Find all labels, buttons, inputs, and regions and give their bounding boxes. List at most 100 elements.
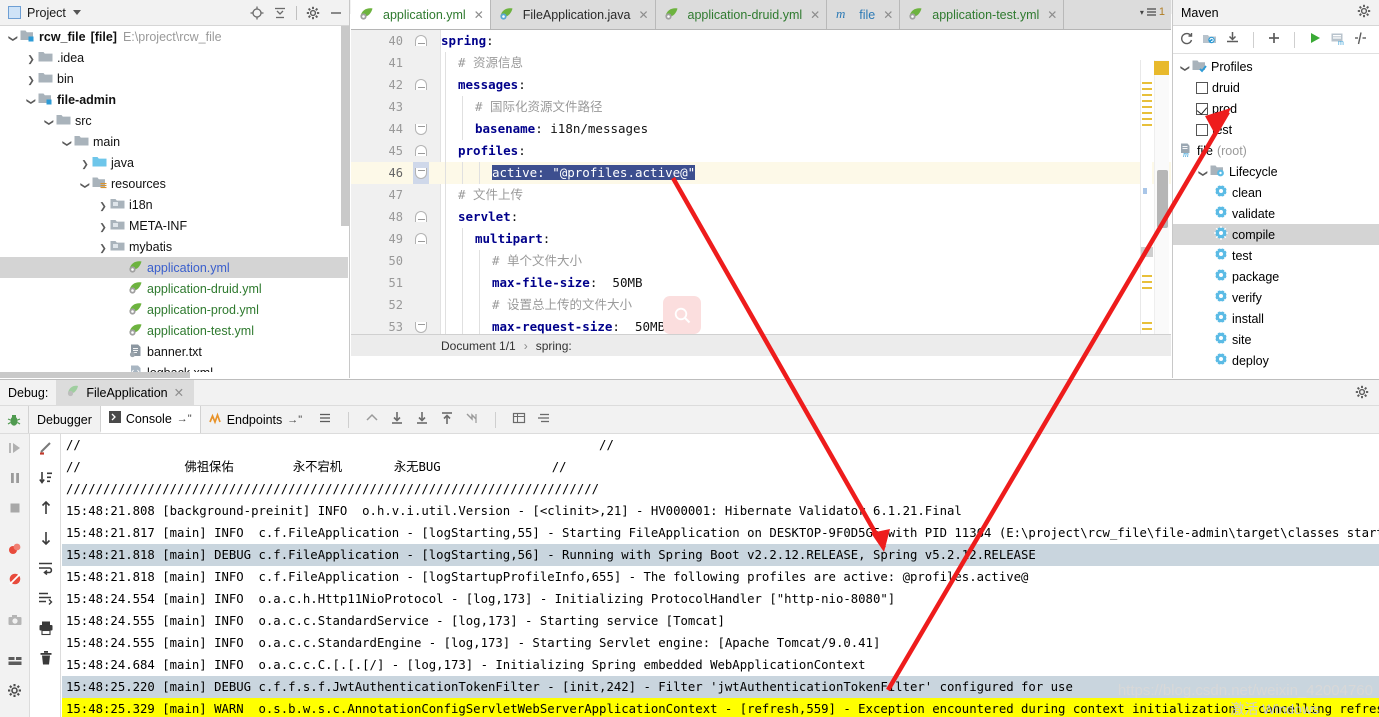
tab-endpoints-pin[interactable]: →" — [287, 414, 302, 426]
project-tree-row[interactable]: application-druid.yml — [0, 278, 348, 299]
project-tree-row[interactable]: ❯ src — [0, 110, 348, 131]
close-icon[interactable]: ✕ — [883, 8, 893, 22]
chevron-right-icon[interactable]: ❯ — [96, 240, 110, 254]
hide-icon[interactable] — [329, 6, 343, 20]
editor-tab[interactable]: application-druid.yml ✕ — [655, 0, 828, 29]
project-tree-row[interactable]: ❯ META-INF — [0, 215, 348, 236]
maven-tree-row[interactable]: prod — [1173, 98, 1379, 119]
editor-tabs-overflow[interactable]: ▾ 1 — [1140, 6, 1165, 18]
reload-icon[interactable] — [1179, 31, 1194, 49]
project-tree-row[interactable]: ❯ mybatis — [0, 236, 348, 257]
editor-inspection-widget[interactable] — [1154, 61, 1169, 75]
fold-marker-icon[interactable] — [415, 145, 427, 156]
maven-tree-row[interactable]: verify — [1173, 287, 1379, 308]
stop-icon[interactable] — [7, 500, 23, 519]
code-line[interactable]: 43 # 国际化资源文件路径 — [351, 96, 1171, 118]
code-line[interactable]: 42 messages: — [351, 74, 1171, 96]
pause-icon[interactable] — [7, 470, 23, 489]
camera-icon[interactable] — [7, 612, 23, 631]
maven-tree-row[interactable]: druid — [1173, 77, 1379, 98]
maven-tree-row[interactable]: test — [1173, 245, 1379, 266]
close-icon[interactable]: ✕ — [174, 385, 184, 400]
chevron-down-icon[interactable]: ❯ — [78, 177, 92, 191]
down-icon[interactable] — [38, 530, 54, 549]
fold-marker-icon[interactable] — [415, 35, 427, 46]
chevron-right-icon[interactable]: ❯ — [78, 156, 92, 170]
editor-marker-bar[interactable] — [1140, 60, 1153, 356]
project-tree-row[interactable]: ❯ java — [0, 152, 348, 173]
chevron-down-icon[interactable] — [72, 10, 81, 15]
gear-icon[interactable] — [1357, 4, 1371, 21]
add-maven-projects-icon[interactable] — [1202, 31, 1217, 49]
settings-icon[interactable] — [7, 683, 23, 702]
fold-marker-icon[interactable] — [415, 124, 427, 135]
code-line[interactable]: 41 # 资源信息 — [351, 52, 1171, 74]
code-line[interactable]: 52 # 设置总上传的文件大小 — [351, 294, 1171, 316]
project-tree-row[interactable]: ❯ rcw_file [file] E:\project\rcw_file — [0, 26, 348, 47]
code-editor[interactable]: 40 spring: 41 # 资源信息 42 messages: 43 # 国际化资源文件路… — [351, 30, 1171, 356]
debug-tab-strip[interactable]: Debugger Console →" Endpoints →" — [0, 406, 1379, 434]
close-icon[interactable]: ✕ — [638, 8, 648, 22]
close-icon[interactable]: ✕ — [810, 8, 820, 22]
download-sources-icon[interactable] — [1225, 31, 1240, 49]
scroll-down-icon[interactable] — [415, 411, 429, 428]
list-icon[interactable] — [318, 411, 332, 428]
trash-icon[interactable] — [38, 650, 54, 669]
tab-console-pin[interactable]: →" — [177, 413, 192, 425]
code-line[interactable]: 51 max-file-size: 50MB — [351, 272, 1171, 294]
tab-console[interactable]: Console →" — [99, 406, 200, 433]
align-icon[interactable] — [537, 411, 551, 428]
fold-marker-icon[interactable] — [415, 79, 427, 90]
indent-icon[interactable] — [38, 590, 54, 609]
code-line[interactable]: 40 spring: — [351, 30, 1171, 52]
chevron-down-icon[interactable]: ❯ — [1178, 60, 1192, 74]
code-line[interactable]: 48 servlet: — [351, 206, 1171, 228]
sort-icon[interactable] — [38, 470, 54, 489]
chevron-down-icon[interactable]: ❯ — [6, 30, 20, 44]
console-side-toolbar[interactable] — [31, 434, 61, 717]
editor-tab[interactable]: FileApplication.java ✕ — [490, 0, 656, 29]
maven-tree-row[interactable]: ❯ Lifecycle — [1173, 161, 1379, 182]
maven-profile-checkbox[interactable] — [1196, 102, 1208, 115]
maven-tree-row[interactable]: compile — [1173, 224, 1379, 245]
code-line[interactable]: 49 multipart: — [351, 228, 1171, 250]
editor-scroll-thumb[interactable] — [1157, 170, 1168, 228]
chevron-right-icon[interactable]: ❯ — [24, 72, 38, 86]
rerun-icon[interactable] — [38, 440, 54, 459]
code-line[interactable]: 45 profiles: — [351, 140, 1171, 162]
chevron-down-icon[interactable]: ❯ — [1196, 165, 1210, 179]
chevron-down-icon[interactable]: ❯ — [60, 135, 74, 149]
project-tree-row[interactable]: application-prod.yml — [0, 299, 348, 320]
maven-toolbar[interactable]: m — [1173, 26, 1379, 54]
debug-run-config-tab[interactable]: FileApplication ✕ — [56, 379, 195, 406]
close-icon[interactable]: ✕ — [1047, 8, 1057, 22]
project-tree-row[interactable]: ❯ main — [0, 131, 348, 152]
project-tree-row[interactable]: ❯ bin — [0, 68, 348, 89]
maven-tree-row[interactable]: test — [1173, 119, 1379, 140]
up-icon[interactable] — [38, 500, 54, 519]
locate-icon[interactable] — [250, 6, 264, 20]
fold-marker-icon[interactable] — [415, 233, 427, 244]
code-lines[interactable]: 40 spring: 41 # 资源信息 42 messages: 43 # 国际化资源文件路… — [351, 30, 1171, 356]
maven-tree-row[interactable]: site — [1173, 329, 1379, 350]
console-output[interactable]: // // // 佛祖保佑 永不宕机 永无BUG // //////////////… — [62, 434, 1379, 717]
execute-maven-goal-icon[interactable]: m — [1330, 31, 1345, 49]
maven-profile-checkbox[interactable] — [1196, 81, 1208, 94]
jump-to-end-icon[interactable] — [465, 411, 479, 428]
code-line[interactable]: 46 active: "@profiles.active@" — [351, 162, 1171, 184]
chevron-right-icon[interactable]: ❯ — [96, 198, 110, 212]
maven-tree-row[interactable]: ❯ Profiles — [1173, 56, 1379, 77]
code-line[interactable]: 44 basename: i18n/messages — [351, 118, 1171, 140]
table-icon[interactable] — [512, 411, 526, 428]
maven-tree[interactable]: ❯ Profiles druid prod test m file (root) ❯ Lifecy… — [1173, 56, 1379, 378]
code-line[interactable]: 47 # 文件上传 — [351, 184, 1171, 206]
mute-breakpoints-icon[interactable] — [7, 541, 23, 560]
chevron-right-icon[interactable]: ❯ — [24, 51, 38, 65]
project-tree-row[interactable]: ❯ i18n — [0, 194, 348, 215]
project-tree-row[interactable]: ❯ file-admin — [0, 89, 348, 110]
project-tree-row[interactable]: application-test.yml — [0, 320, 348, 341]
maven-tree-row[interactable]: install — [1173, 308, 1379, 329]
maven-tree-row[interactable]: package — [1173, 266, 1379, 287]
layout-icon[interactable] — [7, 653, 23, 672]
soft-wrap-icon[interactable] — [365, 411, 379, 428]
